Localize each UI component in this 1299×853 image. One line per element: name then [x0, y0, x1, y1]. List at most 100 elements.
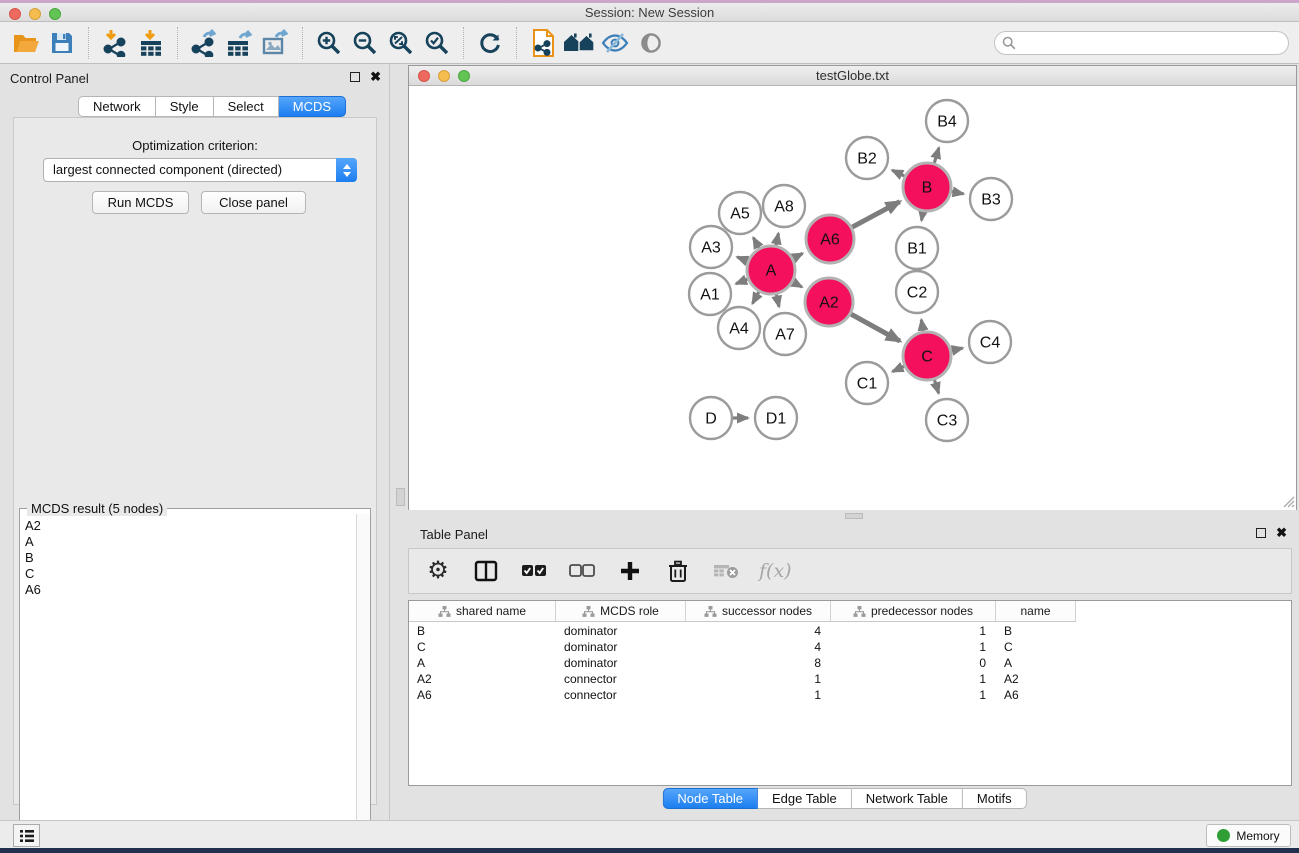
zoom-fit-icon[interactable]: [383, 26, 419, 60]
open-session-icon[interactable]: [8, 26, 44, 60]
result-item[interactable]: A: [25, 534, 355, 550]
new-network-document-icon[interactable]: [525, 26, 561, 60]
import-table-icon[interactable]: [133, 26, 169, 60]
graph-node-A3[interactable]: A3: [690, 226, 732, 268]
criterion-dropdown[interactable]: largest connected component (directed): [43, 158, 357, 182]
titlebar: Session: New Session: [0, 0, 1299, 22]
close-panel-icon[interactable]: ✖: [370, 72, 381, 82]
cell: 1: [831, 639, 996, 655]
svg-text:D1: D1: [766, 411, 787, 428]
tab-network[interactable]: Network: [78, 96, 156, 117]
table-settings-icon[interactable]: ⚙: [423, 556, 453, 586]
tab-mcds[interactable]: MCDS: [279, 96, 346, 117]
graph-node-A[interactable]: A: [747, 246, 795, 294]
export-image-icon[interactable]: [258, 26, 294, 60]
run-mcds-button[interactable]: Run MCDS: [92, 191, 189, 214]
deselect-all-icon[interactable]: [567, 556, 597, 586]
tab-style[interactable]: Style: [156, 96, 214, 117]
graph-node-B2[interactable]: B2: [846, 137, 888, 179]
import-network-icon[interactable]: [97, 26, 133, 60]
vertical-splitter-handle[interactable]: [396, 488, 405, 506]
save-session-icon[interactable]: [44, 26, 80, 60]
svg-text:A4: A4: [729, 321, 749, 338]
refresh-icon[interactable]: [472, 26, 508, 60]
table-tab-edge-table[interactable]: Edge Table: [758, 788, 852, 809]
column-header-predecessor-nodes[interactable]: predecessor nodes: [831, 601, 996, 622]
graph-node-C1[interactable]: C1: [846, 362, 888, 404]
table-row-a6[interactable]: A6connector11A6: [409, 687, 1291, 703]
graph-node-C2[interactable]: C2: [896, 271, 938, 313]
table-tab-node-table[interactable]: Node Table: [662, 788, 758, 809]
graph-node-A2[interactable]: A2: [805, 278, 853, 326]
svg-text:A8: A8: [774, 199, 794, 216]
graph-node-D[interactable]: D: [690, 397, 732, 439]
result-scrollbar[interactable]: [356, 514, 370, 847]
cell: B: [996, 623, 1076, 639]
graph-node-A8[interactable]: A8: [763, 185, 805, 227]
task-history-button[interactable]: [13, 824, 40, 847]
cell: C: [409, 639, 556, 655]
table-close-panel-icon[interactable]: ✖: [1276, 528, 1287, 538]
column-label: shared name: [456, 604, 526, 618]
graph-node-C[interactable]: C: [903, 332, 951, 380]
result-item[interactable]: A6: [25, 582, 355, 598]
column-label: MCDS role: [600, 604, 659, 618]
svg-text:D: D: [705, 411, 717, 428]
column-header-mcds-role[interactable]: MCDS role: [556, 601, 686, 622]
export-table-icon[interactable]: [222, 26, 258, 60]
table-float-panel-icon[interactable]: [1256, 528, 1266, 538]
svg-text:B: B: [922, 180, 933, 197]
search-input[interactable]: [1016, 36, 1288, 51]
mcds-result-title: MCDS result (5 nodes): [27, 501, 167, 516]
graph-node-A7[interactable]: A7: [764, 313, 806, 355]
zoom-in-icon[interactable]: [311, 26, 347, 60]
graph-node-A4[interactable]: A4: [718, 307, 760, 349]
search-field[interactable]: [994, 31, 1289, 55]
column-header-successor-nodes[interactable]: successor nodes: [686, 601, 831, 622]
edge-A-A3: [737, 257, 748, 261]
hide-graphics-details-icon[interactable]: [597, 26, 633, 60]
result-item[interactable]: C: [25, 566, 355, 582]
cell: 1: [831, 623, 996, 639]
graph-node-C3[interactable]: C3: [926, 399, 968, 441]
status-bar: Memory: [0, 820, 1299, 848]
network-canvas[interactable]: B4 B2 B B3 A8 A5 A6 A3 B1 A C2 A1 A2 A4 A7 C4 C C1 D D1 C3: [409, 87, 1296, 510]
toggle-columns-icon[interactable]: [471, 556, 501, 586]
delete-row-icon[interactable]: [663, 556, 693, 586]
close-panel-button[interactable]: Close panel: [201, 191, 306, 214]
graph-node-B3[interactable]: B3: [970, 178, 1012, 220]
graph-node-B[interactable]: B: [903, 163, 951, 211]
table-tab-motifs[interactable]: Motifs: [963, 788, 1027, 809]
column-header-shared-name[interactable]: shared name: [409, 601, 556, 622]
apply-function-icon[interactable]: f(x): [759, 556, 792, 586]
graph-node-C4[interactable]: C4: [969, 321, 1011, 363]
zoom-out-icon[interactable]: [347, 26, 383, 60]
show-eye-icon[interactable]: [633, 26, 669, 60]
delete-table-icon[interactable]: [711, 556, 741, 586]
column-header-name[interactable]: name: [996, 601, 1076, 622]
cell: A: [996, 655, 1076, 671]
add-row-icon[interactable]: [615, 556, 645, 586]
zoom-selected-icon[interactable]: [419, 26, 455, 60]
table-row-c[interactable]: Cdominator41C: [409, 639, 1291, 655]
graph-node-B4[interactable]: B4: [926, 100, 968, 142]
graph-node-B1[interactable]: B1: [896, 227, 938, 269]
result-item[interactable]: B: [25, 550, 355, 566]
graph-node-D1[interactable]: D1: [755, 397, 797, 439]
memory-button[interactable]: Memory: [1206, 824, 1291, 847]
table-row-a[interactable]: Adominator80A: [409, 655, 1291, 671]
tab-select[interactable]: Select: [214, 96, 279, 117]
graph-node-A6[interactable]: A6: [806, 215, 854, 263]
graph-node-A1[interactable]: A1: [689, 273, 731, 315]
resize-grip-icon[interactable]: [1282, 495, 1295, 508]
horizontal-splitter-handle[interactable]: [845, 513, 863, 519]
home-networks-icon[interactable]: [561, 26, 597, 60]
export-network-icon[interactable]: [186, 26, 222, 60]
graph-node-A5[interactable]: A5: [719, 192, 761, 234]
table-row-b[interactable]: Bdominator41B: [409, 623, 1291, 639]
select-all-icon[interactable]: [519, 556, 549, 586]
float-panel-icon[interactable]: [350, 72, 360, 82]
table-row-a2[interactable]: A2connector11A2: [409, 671, 1291, 687]
table-tab-network-table[interactable]: Network Table: [852, 788, 963, 809]
result-item[interactable]: A2: [25, 518, 355, 534]
